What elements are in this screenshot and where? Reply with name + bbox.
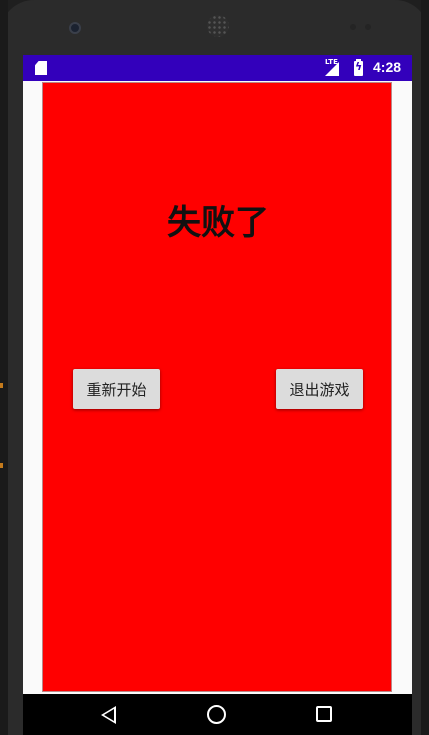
home-icon[interactable] <box>207 705 226 724</box>
side-marker <box>0 383 3 388</box>
sensor-icon <box>350 24 356 30</box>
phone-frame: LTE ϟ 4:28 失败了 重新开始 退出游戏 <box>0 0 429 735</box>
result-title: 失败了 <box>167 203 269 243</box>
front-camera-icon <box>69 22 81 34</box>
sensor-icon <box>365 24 371 30</box>
frame-edge-right <box>421 0 429 735</box>
status-time: 4:28 <box>373 59 402 75</box>
speaker-grille-icon <box>207 15 229 37</box>
side-marker <box>0 463 3 468</box>
frame-edge-left <box>0 0 8 735</box>
status-bar: LTE ϟ 4:28 <box>23 55 412 81</box>
navigation-bar <box>23 694 412 735</box>
game-over-panel: 失败了 重新开始 退出游戏 <box>42 82 392 692</box>
recents-icon[interactable] <box>316 706 332 722</box>
screen: LTE ϟ 4:28 失败了 重新开始 退出游戏 <box>23 55 412 735</box>
charging-bolt-icon: ϟ <box>355 60 363 73</box>
quit-game-button[interactable]: 退出游戏 <box>276 369 363 409</box>
back-icon[interactable] <box>101 706 116 724</box>
sd-card-icon <box>35 61 47 75</box>
network-type-label: LTE <box>325 58 338 66</box>
restart-button[interactable]: 重新开始 <box>73 369 160 409</box>
